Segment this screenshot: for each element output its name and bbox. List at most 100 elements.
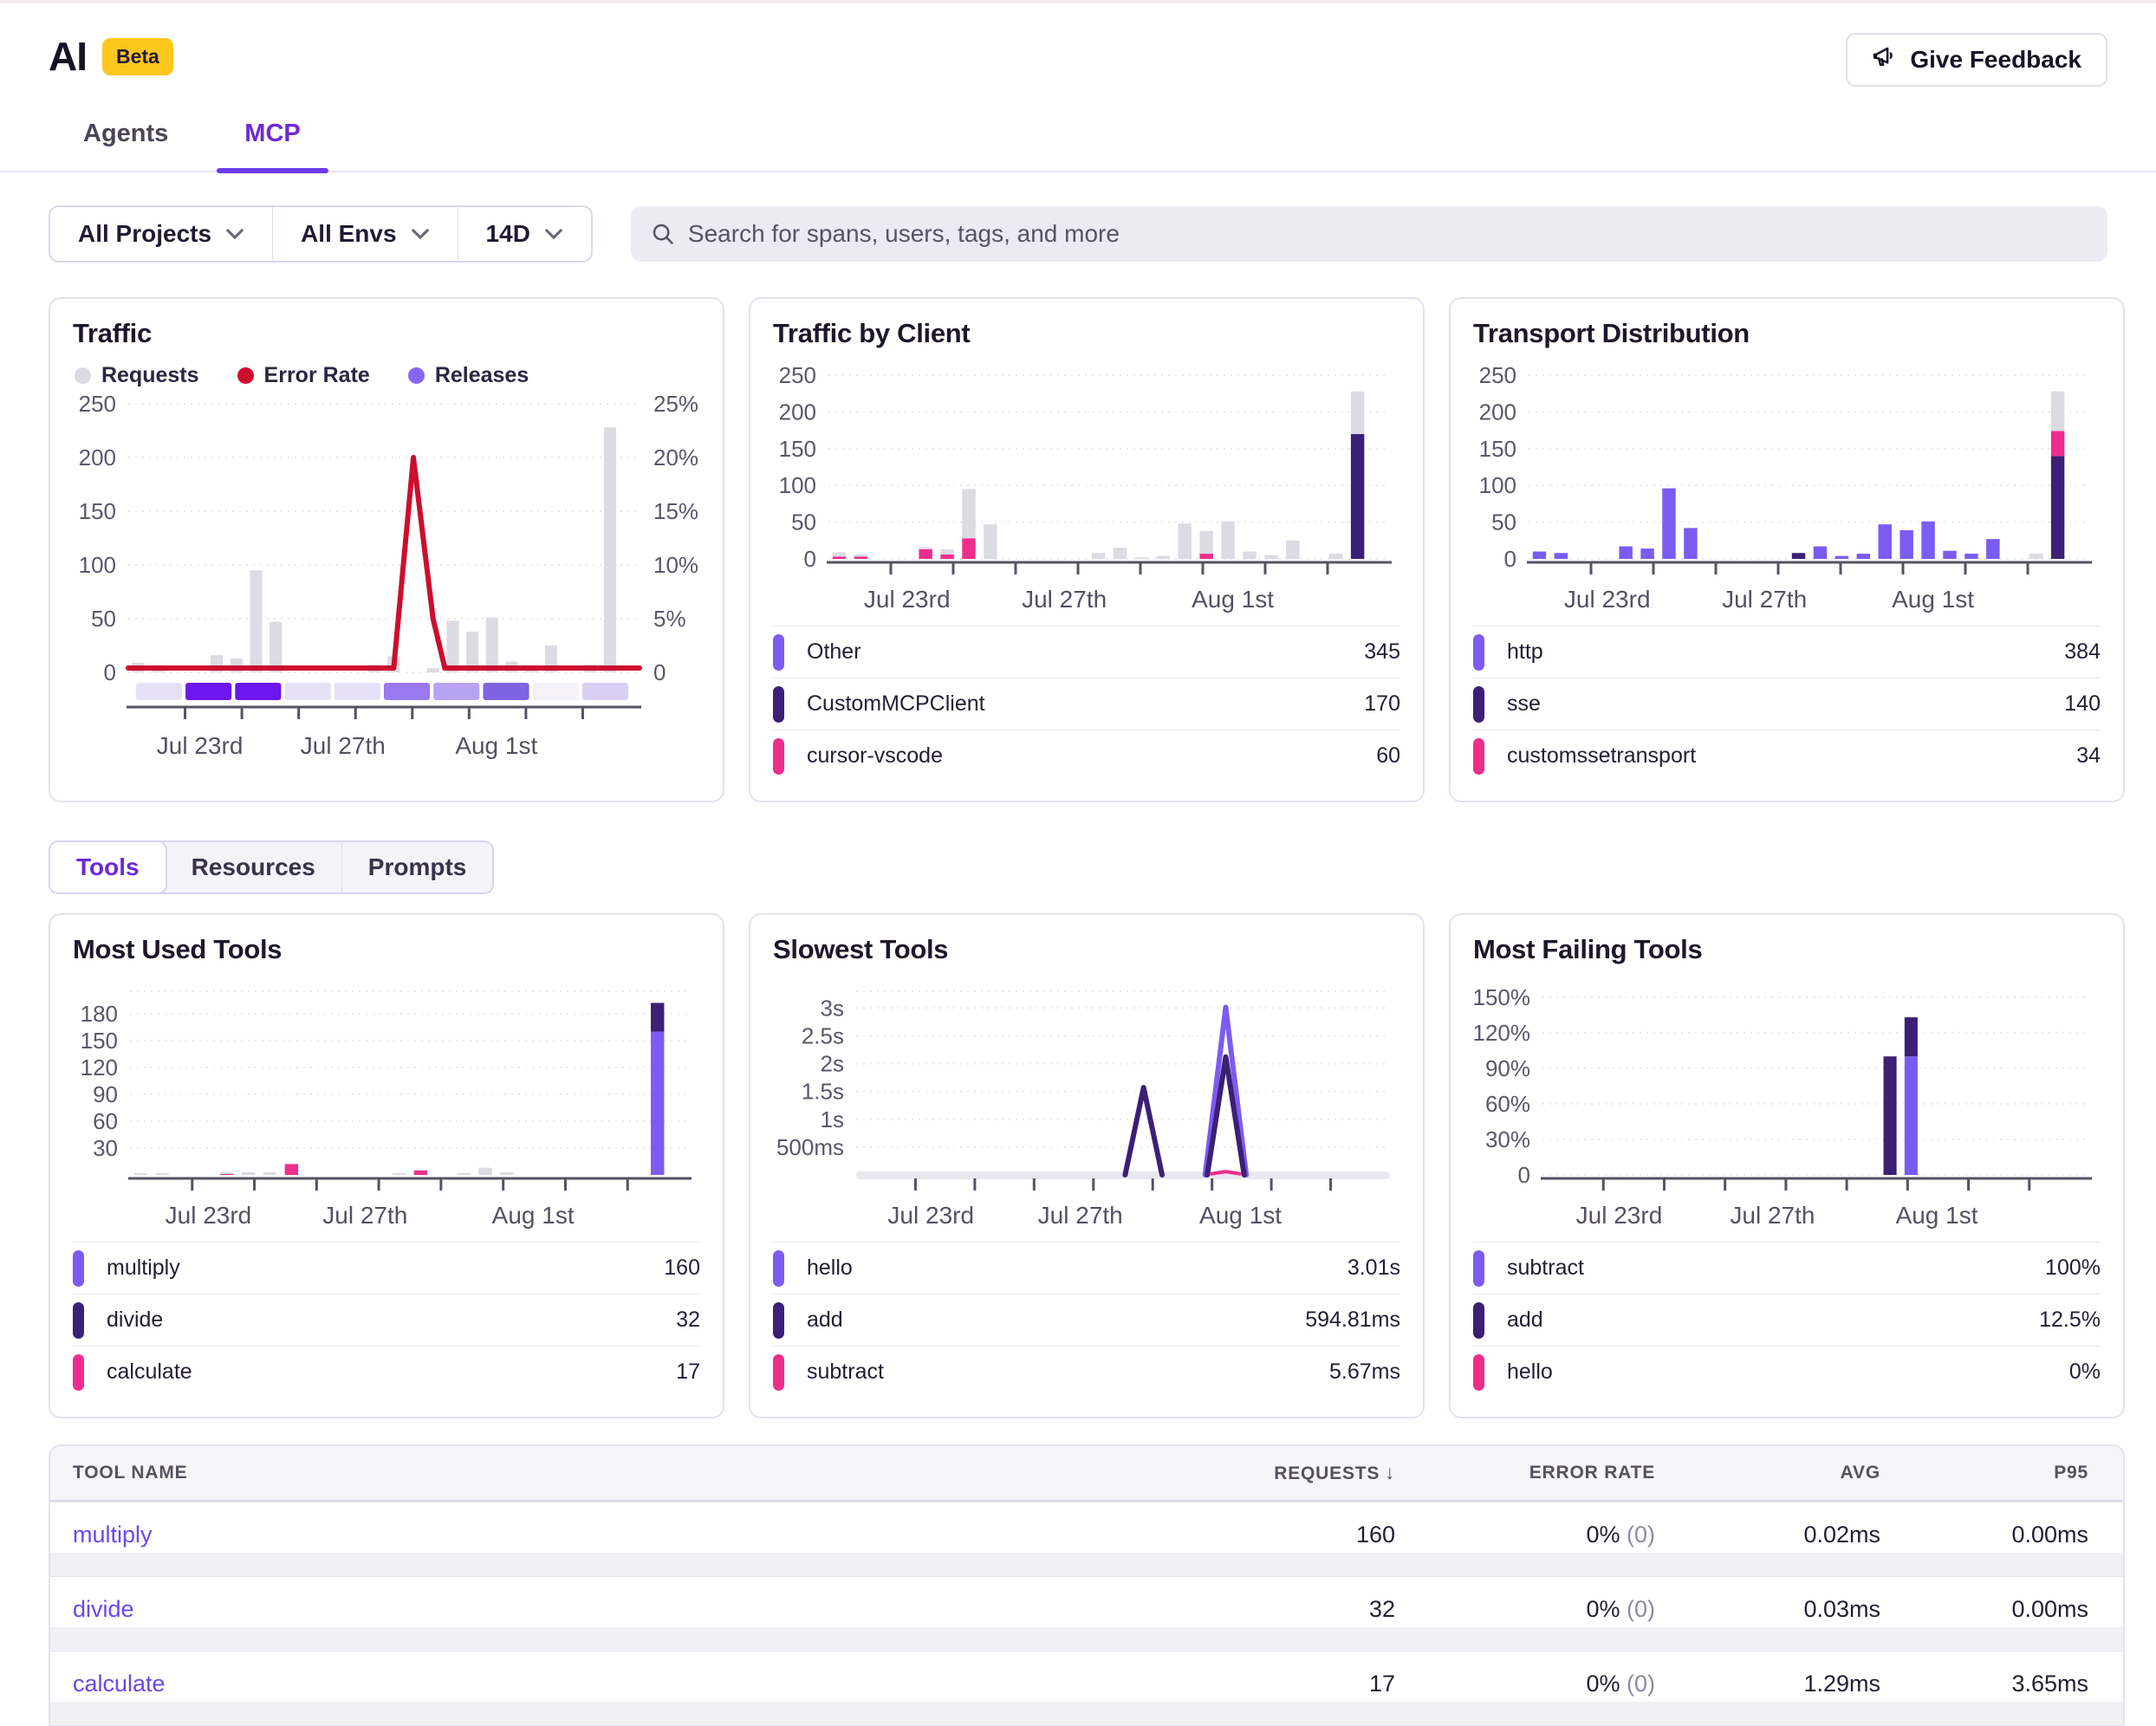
tool-link-multiply[interactable]: multiply — [73, 1522, 153, 1548]
project-filter-dropdown[interactable]: All Projects — [50, 207, 272, 261]
svg-text:250: 250 — [1479, 365, 1516, 388]
svg-text:Jul 27th: Jul 27th — [1022, 586, 1107, 613]
transport-distribution-card: Transport Distribution 050100150200250Ju… — [1449, 297, 2125, 802]
series-swatch-icon — [773, 1302, 784, 1339]
tool-link-divide[interactable]: divide — [73, 1596, 134, 1622]
column-header-p95[interactable]: P95 — [1880, 1463, 2088, 1483]
chevron-down-icon — [411, 228, 430, 240]
svg-text:120: 120 — [81, 1054, 118, 1080]
error-count: (0) — [1627, 1671, 1655, 1697]
tools-table: Tool Name Requests↓ Error Rate Avg P95 m… — [49, 1444, 2125, 1726]
beta-badge: Beta — [102, 38, 173, 75]
most-failing-tools-chart: 030%60%90%120%150%Jul 23rdJul 27thAug 1s… — [1473, 981, 2104, 1232]
list-item: divide32 — [73, 1294, 700, 1346]
list-item: Other345 — [773, 626, 1400, 678]
traffic-by-client-chart: 050100150200250Jul 23rdJul 27thAug 1st — [773, 365, 1404, 616]
date-range-dropdown[interactable]: 14D — [458, 207, 591, 261]
series-swatch-icon — [773, 634, 784, 671]
series-swatch-icon — [773, 738, 784, 775]
svg-text:Jul 23rd: Jul 23rd — [166, 1202, 252, 1229]
search-input[interactable] — [631, 206, 2107, 262]
svg-text:Jul 23rd: Jul 23rd — [864, 586, 951, 613]
most-used-stat-list: multiply160 divide32 calculate17 — [73, 1242, 700, 1398]
card-title: Most Failing Tools — [1473, 934, 2101, 965]
legend-requests: Requests — [75, 363, 199, 388]
series-swatch-icon — [1473, 1302, 1484, 1339]
card-title: Transport Distribution — [1473, 318, 2101, 349]
svg-text:Aug 1st: Aug 1st — [1892, 586, 1974, 613]
env-filter-label: All Envs — [301, 220, 396, 248]
series-swatch-icon — [73, 1354, 84, 1391]
svg-text:Aug 1st: Aug 1st — [492, 1202, 575, 1229]
charts-row-1: Traffic Requests Error Rate Releases 050… — [0, 297, 2156, 802]
svg-text:Jul 23rd: Jul 23rd — [887, 1202, 974, 1229]
env-filter-dropdown[interactable]: All Envs — [272, 207, 457, 261]
svg-text:30: 30 — [93, 1135, 118, 1161]
date-range-label: 14D — [486, 220, 530, 248]
legend-releases: Releases — [408, 363, 529, 388]
list-item: multiply160 — [73, 1242, 700, 1294]
svg-text:0: 0 — [104, 659, 116, 685]
series-swatch-icon — [1473, 738, 1484, 775]
give-feedback-label: Give Feedback — [1910, 46, 2081, 74]
client-stat-list: Other345 CustomMCPClient170 cursor-vscod… — [773, 626, 1400, 782]
column-header-error-rate[interactable]: Error Rate — [1395, 1463, 1655, 1483]
column-header-avg[interactable]: Avg — [1655, 1463, 1880, 1483]
page-filters: All Projects All Envs 14D — [49, 205, 593, 263]
traffic-by-client-card: Traffic by Client 050100150200250Jul 23r… — [749, 297, 1425, 802]
slowest-tools-card: Slowest Tools 500ms1s1.5s2s2.5s3sJul 23r… — [749, 913, 1425, 1418]
svg-text:Aug 1st: Aug 1st — [1199, 1202, 1282, 1229]
series-swatch-icon — [73, 1302, 84, 1339]
svg-text:20%: 20% — [653, 444, 698, 470]
tab-tools[interactable]: Tools — [49, 840, 167, 894]
column-header-tool-name[interactable]: Tool Name — [73, 1463, 1205, 1483]
p95-cell: 0.00ms — [1880, 1522, 2088, 1576]
entity-tabs: Tools Resources Prompts — [49, 840, 494, 894]
svg-text:90%: 90% — [1485, 1055, 1530, 1081]
table-row: multiply 160 0% (0) 0.02ms 0.00ms — [50, 1502, 2123, 1576]
most-failing-tools-card: Most Failing Tools 030%60%90%120%150%Jul… — [1449, 913, 2125, 1418]
tab-mcp[interactable]: MCP — [239, 120, 305, 171]
tab-agents[interactable]: Agents — [78, 120, 173, 171]
app-logo: AI — [49, 33, 87, 80]
svg-text:Aug 1st: Aug 1st — [1192, 586, 1274, 613]
svg-text:90: 90 — [93, 1081, 118, 1107]
series-swatch-icon — [773, 1250, 784, 1287]
svg-text:100: 100 — [779, 472, 816, 498]
list-item: add594.81ms — [773, 1294, 1400, 1346]
requests-cell: 17 — [1205, 1671, 1395, 1725]
svg-text:150: 150 — [1479, 436, 1516, 462]
traffic-chart: 05010015020025005%10%15%20%25%Jul 23rdJu… — [73, 390, 704, 762]
give-feedback-button[interactable]: Give Feedback — [1846, 33, 2107, 87]
series-swatch-icon — [73, 1250, 84, 1287]
svg-text:Jul 27th: Jul 27th — [301, 732, 386, 759]
list-item: add12.5% — [1473, 1294, 2101, 1346]
series-swatch-icon — [1473, 686, 1484, 723]
svg-text:15%: 15% — [653, 498, 698, 524]
svg-text:150%: 150% — [1473, 984, 1530, 1010]
column-header-requests[interactable]: Requests↓ — [1205, 1462, 1395, 1484]
card-title: Most Used Tools — [73, 934, 700, 965]
svg-text:60: 60 — [93, 1108, 118, 1134]
legend-error-rate: Error Rate — [237, 363, 370, 388]
svg-text:150: 150 — [79, 498, 116, 524]
tool-link-calculate[interactable]: calculate — [73, 1671, 166, 1697]
slowest-tools-chart: 500ms1s1.5s2s2.5s3sJul 23rdJul 27thAug 1… — [773, 981, 1404, 1232]
list-item: subtract100% — [1473, 1242, 2101, 1294]
error-rate-cell: 0% (0) — [1395, 1522, 1655, 1576]
svg-text:5%: 5% — [653, 606, 686, 632]
traffic-card: Traffic Requests Error Rate Releases 050… — [49, 297, 724, 802]
svg-text:Aug 1st: Aug 1st — [1896, 1202, 1978, 1229]
table-header-row: Tool Name Requests↓ Error Rate Avg P95 — [50, 1446, 2123, 1502]
list-item: customssetransport34 — [1473, 730, 2101, 782]
tab-resources[interactable]: Resources — [166, 842, 341, 892]
tab-prompts[interactable]: Prompts — [341, 842, 493, 892]
filter-bar: All Projects All Envs 14D — [0, 172, 2156, 263]
svg-text:200: 200 — [1479, 399, 1516, 425]
list-item: subtract5.67ms — [773, 1346, 1400, 1398]
svg-text:Jul 23rd: Jul 23rd — [157, 732, 244, 759]
traffic-legend: Requests Error Rate Releases — [75, 363, 700, 388]
p95-cell: 3.65ms — [1880, 1671, 2088, 1725]
svg-text:2s: 2s — [821, 1051, 844, 1077]
svg-text:100: 100 — [1479, 472, 1516, 498]
